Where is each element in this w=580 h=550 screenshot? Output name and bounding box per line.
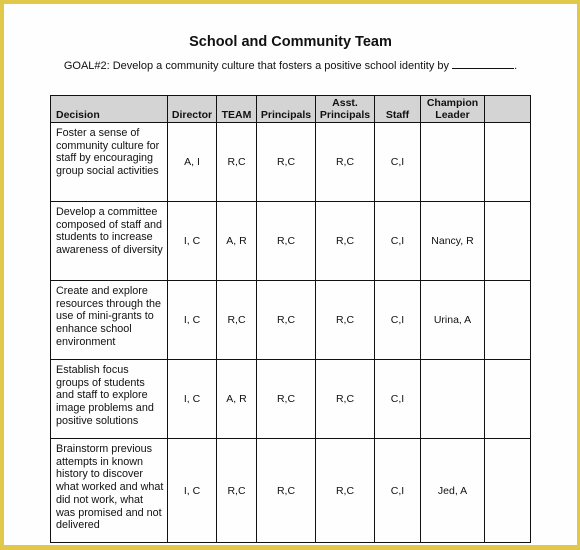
cell-team: R,C [216, 280, 257, 360]
table-row: Establish focus groups of students and s… [50, 359, 531, 439]
cell-director: I, C [167, 201, 217, 281]
table-row: Create and explore resources through the… [50, 280, 531, 360]
cell-staff: C,I [374, 438, 421, 543]
cell-champion-leader [420, 359, 485, 439]
cell-team: A, R [216, 201, 257, 281]
cell-team: A, R [216, 359, 257, 439]
header-champion-leader: Champion Leader [420, 95, 485, 123]
goal-statement: GOAL#2: Develop a community culture that… [4, 58, 577, 72]
cell-team: R,C [216, 122, 257, 202]
header-decision: Decision [50, 95, 168, 123]
cell-director: I, C [167, 359, 217, 439]
cell-principals: R,C [256, 359, 316, 439]
cell-team: R,C [216, 438, 257, 543]
table-row: Foster a sense of community culture for … [50, 122, 531, 202]
header-extra [484, 95, 531, 123]
cell-asst-principals: R,C [315, 122, 375, 202]
cell-staff: C,I [374, 359, 421, 439]
cell-director: A, I [167, 122, 217, 202]
cell-asst-principals: R,C [315, 201, 375, 281]
cell-extra [484, 438, 531, 543]
table-row: Brainstorm previous attempts in known hi… [50, 438, 531, 543]
cell-extra [484, 359, 531, 439]
header-asst-principals: Asst. Principals [315, 95, 375, 123]
goal-text: GOAL#2: Develop a community culture that… [63, 60, 450, 72]
cell-decision: Brainstorm previous attempts in known hi… [50, 438, 168, 543]
cell-director: I, C [167, 438, 217, 543]
cell-extra [484, 122, 531, 202]
cell-principals: R,C [256, 438, 316, 543]
goal-blank-line [452, 58, 515, 69]
cell-decision: Foster a sense of community culture for … [50, 122, 168, 202]
header-director: Director [167, 95, 217, 123]
cell-extra [484, 201, 531, 281]
cell-champion-leader [420, 122, 485, 202]
raci-table: Decision Director TEAM Principals Asst. … [50, 95, 531, 543]
cell-extra [484, 280, 531, 360]
goal-end: . [514, 60, 518, 72]
cell-staff: C,I [374, 201, 421, 281]
cell-asst-principals: R,C [315, 438, 375, 543]
header-principals: Principals [256, 95, 316, 123]
cell-asst-principals: R,C [315, 280, 375, 360]
cell-champion-leader: Urina, A [420, 280, 485, 360]
cell-principals: R,C [256, 122, 316, 202]
document-title: School and Community Team [189, 34, 392, 50]
cell-decision: Establish focus groups of students and s… [50, 359, 168, 439]
table-row: Develop a committee composed of staff an… [50, 201, 531, 281]
cell-decision: Create and explore resources through the… [50, 280, 168, 360]
cell-director: I, C [167, 280, 217, 360]
cell-staff: C,I [374, 280, 421, 360]
cell-decision: Develop a committee composed of staff an… [50, 201, 168, 281]
cell-principals: R,C [256, 280, 316, 360]
header-team: TEAM [216, 95, 257, 123]
header-staff: Staff [374, 95, 421, 123]
header-row: Decision Director TEAM Principals Asst. … [50, 95, 531, 123]
document-page: School and Community Team GOAL#2: Develo… [4, 4, 577, 545]
cell-staff: C,I [374, 122, 421, 202]
cell-principals: R,C [256, 201, 316, 281]
cell-champion-leader: Nancy, R [420, 201, 485, 281]
cell-asst-principals: R,C [315, 359, 375, 439]
cell-champion-leader: Jed, A [420, 438, 485, 543]
